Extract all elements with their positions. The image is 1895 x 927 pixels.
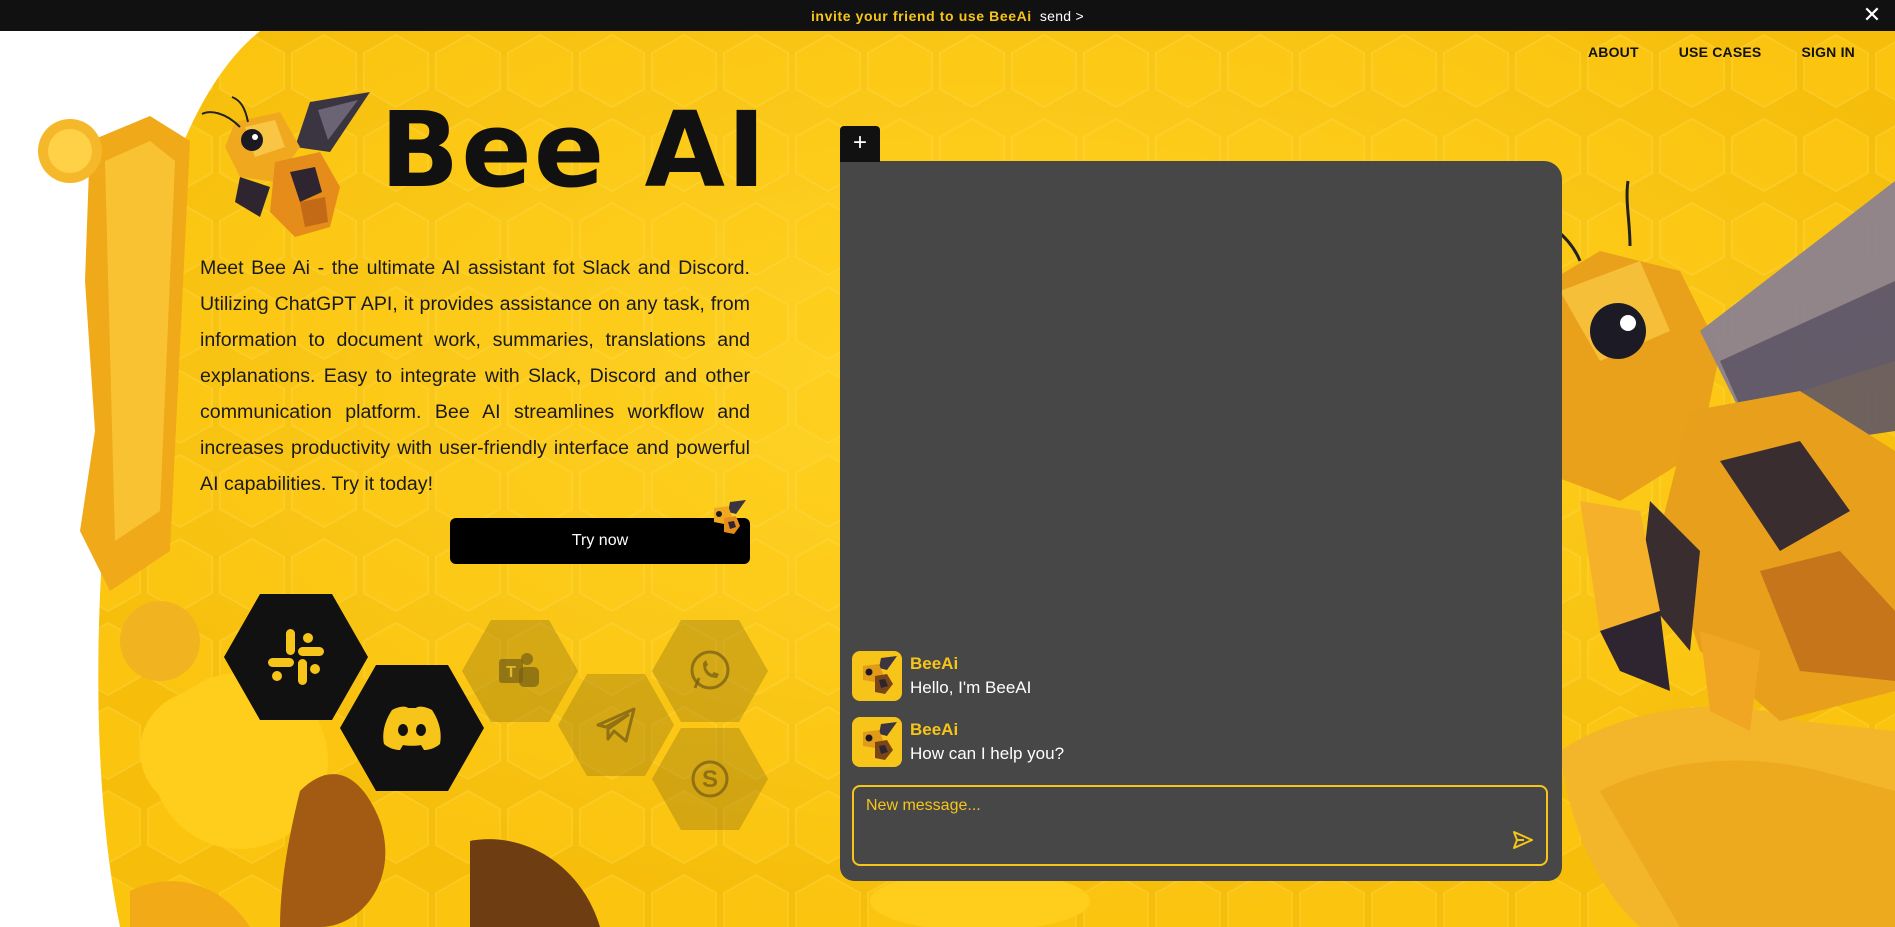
chat-panel: BeeAi Hello, I'm BeeAI BeeAi How can I h… (840, 161, 1562, 881)
message-text: Hello, I'm BeeAI (910, 678, 1032, 697)
message-text: How can I help you? (910, 744, 1065, 763)
discord-icon (383, 706, 441, 750)
chat-message: BeeAi How can I help you? (852, 717, 1064, 767)
mini-bee-icon (714, 500, 746, 534)
message-sender: BeeAi (910, 654, 959, 673)
avatar (852, 651, 902, 701)
svg-text:S: S (702, 766, 718, 793)
close-icon[interactable]: ✕ (1861, 4, 1883, 26)
nav-sign-in[interactable]: SIGN IN (1801, 44, 1855, 60)
svg-text:T: T (506, 664, 516, 681)
hero-description: Meet Bee Ai - the ultimate AI assistant … (200, 257, 750, 495)
bee-avatar-icon (863, 722, 897, 760)
telegram-icon (596, 707, 636, 743)
nav-use-cases[interactable]: USE CASES (1679, 44, 1762, 60)
send-icon[interactable] (1512, 830, 1534, 850)
new-chat-button[interactable]: + (840, 126, 880, 162)
message-composer (852, 785, 1548, 866)
send-invite-link[interactable]: send > (1040, 8, 1084, 24)
invite-banner: invite your friend to use BeeAi send > ✕ (0, 0, 1895, 31)
chat-message: BeeAi Hello, I'm BeeAI (852, 651, 1031, 701)
whatsapp-icon (690, 650, 730, 690)
page-title: Bee AI (380, 89, 768, 211)
try-now-button[interactable]: Try now (450, 518, 750, 564)
teams-icon: T (499, 653, 539, 687)
slack-icon (268, 629, 324, 685)
skype-icon: S (691, 760, 729, 798)
top-nav: ABOUT USE CASES SIGN IN (1588, 44, 1855, 60)
message-input[interactable] (866, 797, 1506, 853)
message-sender: BeeAi (910, 720, 959, 739)
nav-about[interactable]: ABOUT (1588, 44, 1639, 60)
bee-logo-icon (201, 92, 370, 237)
bee-avatar-icon (863, 656, 897, 694)
avatar (852, 717, 902, 767)
invite-text: invite your friend to use BeeAi (810, 7, 1032, 24)
